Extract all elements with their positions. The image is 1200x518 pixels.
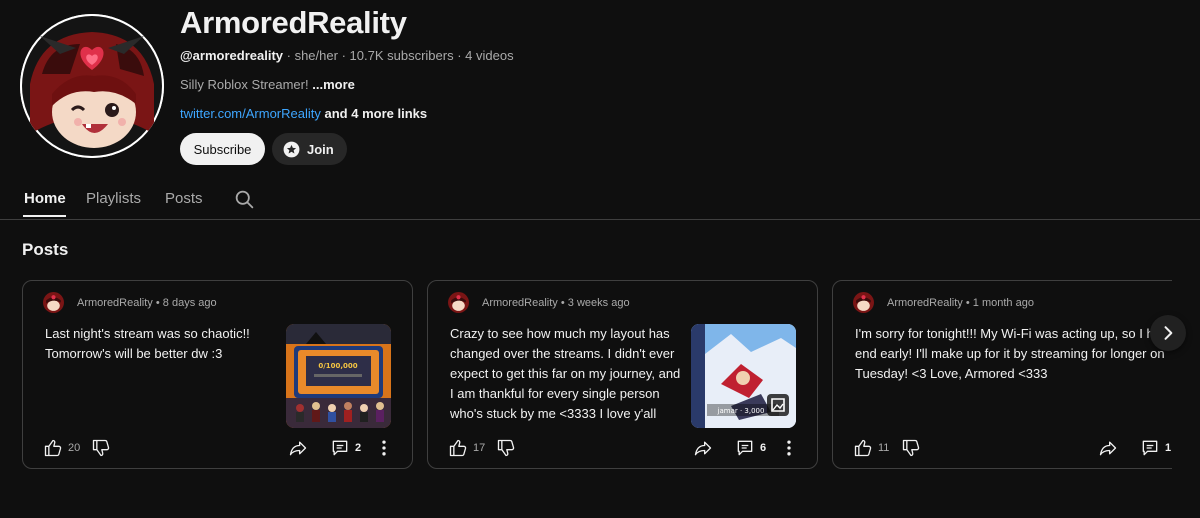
channel-name: ArmoredReality bbox=[180, 5, 407, 40]
separator: · bbox=[341, 48, 350, 63]
share-button[interactable] bbox=[1098, 438, 1118, 458]
separator: • bbox=[560, 297, 568, 309]
separator: · bbox=[457, 48, 466, 63]
channel-avatar bbox=[20, 14, 164, 158]
chevron-right-icon bbox=[1164, 326, 1173, 340]
like-count: 11 bbox=[878, 442, 890, 454]
comments-button[interactable]: 1 bbox=[1140, 438, 1171, 458]
like-button[interactable]: 17 bbox=[448, 438, 485, 458]
star-badge-icon bbox=[283, 141, 300, 157]
post-author[interactable]: ArmoredReality bbox=[77, 297, 153, 309]
svg-text:jamar · 3,000: jamar · 3,000 bbox=[717, 407, 765, 415]
like-count: 17 bbox=[473, 442, 486, 454]
dislike-button[interactable] bbox=[901, 438, 921, 458]
share-button[interactable] bbox=[288, 438, 308, 458]
dislike-button[interactable] bbox=[91, 438, 111, 458]
post-header: ArmoredReality • 1 month ago bbox=[887, 297, 1034, 309]
channel-handle: @armoredreality bbox=[180, 48, 283, 63]
separator: · bbox=[286, 48, 295, 63]
more-link[interactable]: ...more bbox=[312, 77, 355, 92]
author-avatar[interactable] bbox=[853, 292, 874, 313]
post-header: ArmoredReality • 3 weeks ago bbox=[482, 297, 630, 309]
more-options-button[interactable] bbox=[779, 438, 799, 458]
like-button[interactable]: 20 bbox=[43, 438, 80, 458]
post-thumbnail[interactable]: 0/100,000 bbox=[286, 324, 391, 428]
like-button[interactable]: 11 bbox=[853, 438, 889, 458]
tab-playlists[interactable]: Playlists bbox=[86, 190, 141, 207]
post-header: ArmoredReality • 8 days ago bbox=[77, 297, 217, 309]
post-time[interactable]: 1 month ago bbox=[973, 297, 1034, 309]
post-time[interactable]: 3 weeks ago bbox=[568, 297, 630, 309]
active-tab-indicator bbox=[23, 215, 66, 217]
thumbs-down-icon bbox=[902, 439, 920, 457]
thumbs-up-icon bbox=[44, 439, 62, 457]
thumbs-up-icon bbox=[449, 439, 467, 457]
post-card[interactable]: ArmoredReality • 8 days ago Last night's… bbox=[22, 280, 413, 469]
more-vert-icon bbox=[787, 440, 791, 456]
post-card[interactable]: ArmoredReality • 1 month ago I'm sorry f… bbox=[832, 280, 1172, 469]
search-icon[interactable] bbox=[234, 189, 255, 210]
share-button[interactable] bbox=[693, 438, 713, 458]
thumbs-up-icon bbox=[854, 439, 872, 457]
separator: • bbox=[965, 297, 973, 309]
channel-meta: @armoredreality · she/her · 10.7K subscr… bbox=[180, 48, 514, 63]
post-thumbnail[interactable]: jamar · 3,000 bbox=[691, 324, 796, 428]
description-text: Silly Roblox Streamer! bbox=[180, 77, 309, 92]
thumbs-down-icon bbox=[92, 439, 110, 457]
channel-pronouns: she/her bbox=[294, 48, 338, 63]
twitter-link[interactable]: twitter.com/ArmorReality bbox=[180, 106, 321, 121]
post-text[interactable]: I'm sorry for tonight!!! My Wi-Fi was ac… bbox=[855, 324, 1172, 384]
post-card[interactable]: ArmoredReality • 3 weeks ago Crazy to se… bbox=[427, 280, 818, 469]
comment-count: 1 bbox=[1165, 442, 1172, 454]
more-vert-icon bbox=[382, 440, 386, 456]
author-avatar[interactable] bbox=[448, 292, 469, 313]
comment-count: 6 bbox=[760, 442, 767, 454]
comment-icon bbox=[737, 440, 753, 456]
post-text[interactable]: Crazy to see how much my layout has chan… bbox=[450, 324, 682, 424]
comments-button[interactable]: 2 bbox=[330, 438, 361, 458]
video-count: 4 videos bbox=[465, 48, 514, 63]
post-time[interactable]: 8 days ago bbox=[163, 297, 217, 309]
posts-carousel: ArmoredReality • 8 days ago Last night's… bbox=[22, 280, 1172, 470]
comment-count: 2 bbox=[355, 442, 362, 454]
channel-tabs: Home Playlists Posts bbox=[0, 180, 1200, 220]
subscriber-count: 10.7K subscribers bbox=[349, 48, 454, 63]
subscribe-button[interactable]: Subscribe bbox=[180, 133, 265, 165]
like-count: 20 bbox=[68, 442, 81, 454]
share-icon bbox=[289, 441, 307, 456]
channel-description[interactable]: Silly Roblox Streamer! ...more bbox=[180, 77, 355, 92]
post-text[interactable]: Last night's stream was so chaotic!! Tom… bbox=[45, 324, 277, 364]
share-icon bbox=[1099, 441, 1117, 456]
tab-home[interactable]: Home bbox=[24, 190, 66, 207]
join-label: Join bbox=[307, 141, 334, 157]
thumbs-down-icon bbox=[497, 439, 515, 457]
tab-posts[interactable]: Posts bbox=[165, 190, 203, 207]
comment-icon bbox=[1142, 440, 1158, 456]
share-icon bbox=[694, 441, 712, 456]
svg-text:0/100,000: 0/100,000 bbox=[318, 362, 357, 370]
section-title: Posts bbox=[22, 240, 69, 259]
comment-icon bbox=[332, 440, 348, 456]
comments-button[interactable]: 6 bbox=[735, 438, 766, 458]
more-links[interactable]: and 4 more links bbox=[325, 106, 428, 121]
more-options-button[interactable] bbox=[374, 438, 394, 458]
separator: • bbox=[155, 297, 163, 309]
carousel-next-button[interactable] bbox=[1150, 315, 1186, 351]
dislike-button[interactable] bbox=[496, 438, 516, 458]
author-avatar[interactable] bbox=[43, 292, 64, 313]
channel-links: twitter.com/ArmorReality and 4 more link… bbox=[180, 106, 427, 121]
join-button[interactable]: Join bbox=[272, 133, 347, 165]
post-author[interactable]: ArmoredReality bbox=[482, 297, 558, 309]
post-author[interactable]: ArmoredReality bbox=[887, 297, 963, 309]
